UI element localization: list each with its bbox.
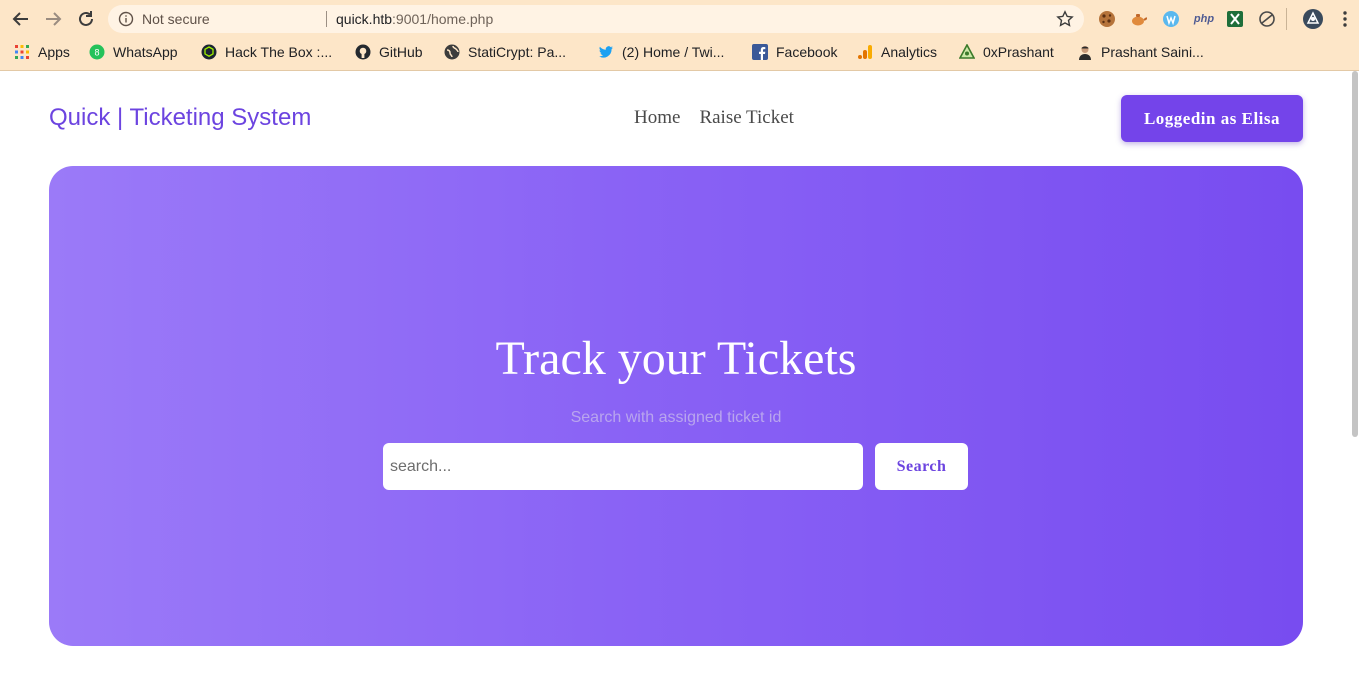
hero-banner: Track your Tickets Search with assigned … (49, 166, 1303, 646)
ticket-search-input[interactable] (383, 443, 863, 490)
browser-chrome: Not secure quick.htb:9001/home.php php A… (0, 0, 1359, 71)
svg-text:8: 8 (94, 48, 99, 58)
facebook-icon (752, 44, 768, 60)
bookmark-star-icon[interactable] (1056, 10, 1074, 33)
avatar-icon (1077, 44, 1093, 60)
bookmark-label: WhatsApp (113, 44, 178, 60)
search-button[interactable]: Search (875, 443, 968, 490)
hackthebox-icon (201, 44, 217, 60)
nav-raise-ticket-link[interactable]: Raise Ticket (699, 107, 793, 128)
bookmark-hackthebox[interactable]: Hack The Box :... (201, 42, 332, 62)
divider (326, 11, 327, 27)
bookmark-label: GitHub (379, 44, 423, 60)
bookmark-whatsapp[interactable]: 8 WhatsApp (89, 42, 178, 62)
back-arrow-icon (12, 12, 28, 26)
github-icon (355, 44, 371, 60)
site-brand[interactable]: Quick | Ticketing System (49, 103, 311, 133)
php-extension-icon[interactable]: php (1193, 9, 1215, 29)
bookmark-label: 0xPrashant (983, 44, 1054, 60)
teapot-extension-icon[interactable] (1128, 9, 1148, 29)
cookie-extension-icon[interactable] (1097, 9, 1117, 29)
bookmark-analytics[interactable]: Analytics (857, 42, 937, 62)
wappalyzer-extension-icon[interactable] (1161, 9, 1181, 29)
info-icon[interactable] (118, 11, 134, 32)
globe-icon (444, 44, 460, 60)
url-text[interactable]: quick.htb:9001/home.php (336, 11, 493, 27)
no-script-extension-icon[interactable] (1257, 9, 1277, 29)
bookmark-staticrypt[interactable]: StatiCrypt: Pa... (444, 42, 566, 62)
bookmark-prashant-saini[interactable]: Prashant Saini... (1077, 42, 1204, 62)
forward-button[interactable] (41, 7, 65, 31)
url-host: quick.htb (336, 11, 393, 27)
back-button[interactable] (9, 7, 33, 31)
bookmarks-bar: Apps 8 WhatsApp Hack The Box :... GitHub… (0, 38, 1359, 66)
kebab-menu-icon[interactable] (1335, 9, 1355, 29)
bookmark-twitter[interactable]: (2) Home / Twi... (598, 42, 724, 62)
apps-grid-icon (14, 44, 30, 60)
triangle-logo-icon (959, 44, 975, 60)
browser-toolbar: Not secure quick.htb:9001/home.php php (0, 0, 1359, 38)
bookmark-apps[interactable]: Apps (14, 42, 70, 62)
excel-extension-icon[interactable] (1225, 9, 1245, 29)
bookmark-label: Facebook (776, 44, 838, 60)
scrollbar-thumb[interactable] (1352, 71, 1358, 437)
hero-title: Track your Tickets (495, 332, 857, 385)
bookmark-label: Hack The Box :... (225, 44, 333, 60)
main-nav: Home Raise Ticket (634, 106, 813, 130)
bookmark-label: Analytics (881, 44, 938, 60)
bookmark-github[interactable]: GitHub (355, 42, 423, 62)
logged-in-user-button[interactable]: Loggedin as Elisa (1121, 95, 1303, 142)
forward-arrow-icon (46, 12, 62, 26)
page-scrollbar[interactable] (1350, 71, 1359, 437)
bookmark-0xprashant[interactable]: 0xPrashant (959, 42, 1054, 62)
whatsapp-icon: 8 (89, 44, 105, 60)
twitter-icon (598, 44, 614, 60)
reload-button[interactable] (74, 7, 98, 31)
analytics-icon (857, 44, 873, 60)
bookmark-label: Apps (38, 44, 70, 60)
divider (1286, 8, 1287, 30)
bookmark-label: StatiCrypt: Pa... (468, 44, 567, 60)
reload-icon (79, 11, 93, 26)
bookmark-label: Prashant Saini... (1101, 44, 1204, 60)
hero-subtitle: Search with assigned ticket id (570, 409, 782, 426)
bookmark-label: (2) Home / Twi... (622, 44, 725, 60)
nav-home-link[interactable]: Home (634, 107, 680, 128)
address-bar[interactable]: Not secure quick.htb:9001/home.php (108, 5, 1084, 33)
bookmark-facebook[interactable]: Facebook (752, 42, 837, 62)
url-path: :9001/home.php (392, 11, 494, 27)
profile-avatar-icon[interactable] (1302, 8, 1324, 30)
security-status: Not secure (142, 11, 210, 27)
